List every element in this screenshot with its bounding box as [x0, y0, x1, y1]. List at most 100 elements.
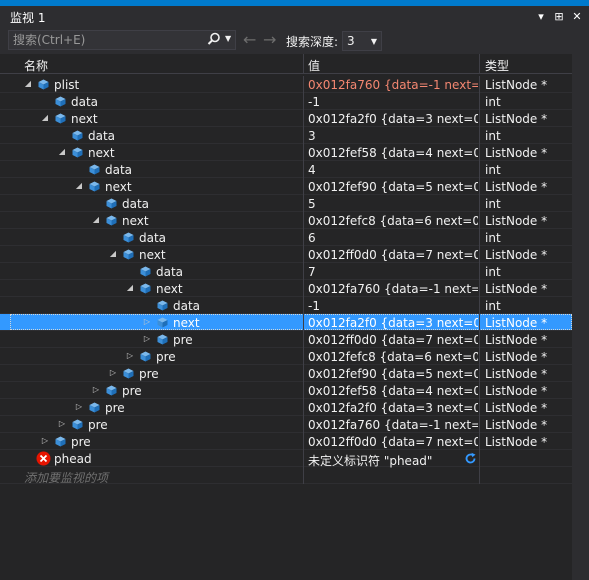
- watch-row[interactable]: ▷ pre 0x012fef58 {data=4 next=0x01… ListNod…: [0, 382, 572, 399]
- variable-name: pre: [71, 435, 91, 449]
- watch-row[interactable]: ▷ pre 0x012fa760 {data=-1 next=0x0… ListNod…: [0, 416, 572, 433]
- watch-row[interactable]: ▷ pre 0x012ff0d0 {data=7 next=0x01… ListNod…: [0, 331, 572, 348]
- column-divider: [479, 229, 480, 246]
- collapsed-chevron-icon[interactable]: ▷: [75, 402, 83, 411]
- variable-name: data: [156, 265, 184, 279]
- column-divider: [479, 348, 480, 365]
- collapsed-chevron-icon[interactable]: ▷: [143, 334, 151, 343]
- column-divider[interactable]: [479, 54, 480, 74]
- column-divider[interactable]: [303, 54, 304, 74]
- column-divider: [303, 365, 304, 382]
- watch-row[interactable]: ▷ pre 0x012ff0d0 {data=7 next=0x01… ListNod…: [0, 433, 572, 450]
- window-titlebar: 监视 1 ▾ ⊞ ✕: [0, 0, 589, 28]
- variable-value[interactable]: 0x012fefc8 {data=6 next=0x01…: [308, 350, 478, 364]
- variable-value[interactable]: 7: [308, 265, 478, 279]
- expanded-chevron-icon[interactable]: ◢: [41, 113, 49, 122]
- watch-row[interactable]: ◢ next 0x012fef58 {data=4 next=0x01… ListNo…: [0, 144, 572, 161]
- column-divider: [479, 382, 480, 399]
- field-cube-icon: [123, 232, 134, 243]
- search-forward-button[interactable]: →: [263, 31, 276, 49]
- watch-row[interactable]: ◢ next 0x012ff0d0 {data=7 next=0x01… ListNo…: [0, 246, 572, 263]
- column-divider: [303, 76, 304, 93]
- variable-value[interactable]: 0x012fa760 {data=-1 next=0x0…: [308, 78, 478, 92]
- field-cube-icon: [157, 317, 168, 328]
- variable-name: pre: [122, 384, 142, 398]
- watch-row[interactable]: phead 未定义标识符 "phead": [0, 450, 572, 468]
- search-input[interactable]: [13, 32, 198, 48]
- variable-value[interactable]: 3: [308, 129, 478, 143]
- expanded-chevron-icon[interactable]: ◢: [92, 215, 100, 224]
- expanded-chevron-icon[interactable]: ◢: [126, 283, 134, 292]
- variable-type: int: [485, 231, 501, 245]
- variable-name: pre: [139, 367, 159, 381]
- variable-type: int: [485, 163, 501, 177]
- field-cube-icon: [140, 351, 151, 362]
- watch-row[interactable]: ▷ pre 0x012fa2f0 {data=3 next=0x01… ListNod…: [0, 399, 572, 416]
- refresh-icon[interactable]: [464, 452, 477, 468]
- watch-row[interactable]: ▷ pre 0x012fefc8 {data=6 next=0x01… ListNod…: [0, 348, 572, 365]
- watch-row[interactable]: data -1 int: [0, 93, 572, 110]
- variable-value[interactable]: 0x012fa760 {data=-1 next=0x0…: [308, 282, 478, 296]
- watch-row[interactable]: data 7 int: [0, 263, 572, 280]
- variable-value[interactable]: 0x012fa2f0 {data=3 next=0x01…: [308, 316, 478, 330]
- search-back-button[interactable]: ←: [243, 31, 256, 49]
- watch-row[interactable]: data 6 int: [0, 229, 572, 246]
- variable-value[interactable]: 5: [308, 197, 478, 211]
- expanded-chevron-icon[interactable]: ◢: [109, 249, 117, 258]
- watch-row[interactable]: ▷ next 0x012fa2f0 {data=3 next=0x01… ListNo…: [0, 314, 572, 331]
- close-button[interactable]: ✕: [569, 9, 585, 25]
- variable-value[interactable]: 0x012ff0d0 {data=7 next=0x01…: [308, 333, 478, 347]
- search-depth-select[interactable]: 3 ▼: [342, 31, 382, 51]
- watch-row[interactable]: data -1 int: [0, 297, 572, 314]
- variable-value[interactable]: 0x012fa760 {data=-1 next=0x0…: [308, 418, 478, 432]
- window-dropdown-button[interactable]: ▾: [533, 9, 549, 25]
- field-cube-icon: [38, 79, 49, 90]
- watch-row[interactable]: ◢ next 0x012fef90 {data=5 next=0x01… ListNo…: [0, 178, 572, 195]
- watch-row[interactable]: ◢ next 0x012fefc8 {data=6 next=0x01… ListNo…: [0, 212, 572, 229]
- watch-row[interactable]: ◢ next 0x012fa2f0 {data=3 next=0x01… ListNo…: [0, 110, 572, 127]
- column-header-value[interactable]: 值: [308, 57, 320, 74]
- variable-value[interactable]: -1: [308, 95, 478, 109]
- variable-type: int: [485, 299, 501, 313]
- collapsed-chevron-icon[interactable]: ▷: [126, 351, 134, 360]
- variable-name: pre: [88, 418, 108, 432]
- pin-button[interactable]: ⊞: [551, 9, 567, 25]
- variable-value[interactable]: 4: [308, 163, 478, 177]
- variable-name: next: [88, 146, 115, 160]
- watch-row[interactable]: data 3 int: [0, 127, 572, 144]
- variable-value[interactable]: 0x012fa2f0 {data=3 next=0x01…: [308, 112, 478, 126]
- variable-value[interactable]: 0x012fefc8 {data=6 next=0x01…: [308, 214, 478, 228]
- watch-row[interactable]: ◢ plist 0x012fa760 {data=-1 next=0x0… ListN…: [0, 76, 572, 93]
- collapsed-chevron-icon[interactable]: ▷: [41, 436, 49, 445]
- variable-value[interactable]: 0x012fa2f0 {data=3 next=0x01…: [308, 401, 478, 415]
- search-dropdown-icon[interactable]: ▼: [225, 34, 231, 43]
- add-watch-row[interactable]: 添加要监视的项: [0, 467, 572, 485]
- variable-value[interactable]: 0x012fef90 {data=5 next=0x01…: [308, 367, 478, 381]
- column-header-type[interactable]: 类型: [485, 57, 509, 74]
- vertical-scrollbar[interactable]: [572, 54, 589, 580]
- expanded-chevron-icon[interactable]: ◢: [75, 181, 83, 190]
- variable-name: pre: [156, 350, 176, 364]
- variable-value[interactable]: 0x012ff0d0 {data=7 next=0x01…: [308, 248, 478, 262]
- column-header-name[interactable]: 名称: [24, 57, 48, 74]
- expanded-chevron-icon[interactable]: ◢: [24, 79, 32, 88]
- column-divider: [479, 178, 480, 195]
- variable-value[interactable]: -1: [308, 299, 478, 313]
- watch-row[interactable]: data 5 int: [0, 195, 572, 212]
- watch-row[interactable]: ▷ pre 0x012fef90 {data=5 next=0x01… ListNod…: [0, 365, 572, 382]
- watch-row[interactable]: ◢ next 0x012fa760 {data=-1 next=0x0… ListNo…: [0, 280, 572, 297]
- expanded-chevron-icon[interactable]: ◢: [58, 147, 66, 156]
- collapsed-chevron-icon[interactable]: ▷: [143, 317, 151, 326]
- variable-value[interactable]: 0x012fef58 {data=4 next=0x01…: [308, 384, 478, 398]
- collapsed-chevron-icon[interactable]: ▷: [92, 385, 100, 394]
- collapsed-chevron-icon[interactable]: ▷: [109, 368, 117, 377]
- variable-value[interactable]: 0x012fef90 {data=5 next=0x01…: [308, 180, 478, 194]
- watch-row[interactable]: data 4 int: [0, 161, 572, 178]
- column-divider: [479, 144, 480, 161]
- search-icon[interactable]: [207, 32, 221, 49]
- variable-value[interactable]: 0x012fef58 {data=4 next=0x01…: [308, 146, 478, 160]
- field-cube-icon: [89, 402, 100, 413]
- variable-value[interactable]: 0x012ff0d0 {data=7 next=0x01…: [308, 435, 478, 449]
- collapsed-chevron-icon[interactable]: ▷: [58, 419, 66, 428]
- variable-value[interactable]: 6: [308, 231, 478, 245]
